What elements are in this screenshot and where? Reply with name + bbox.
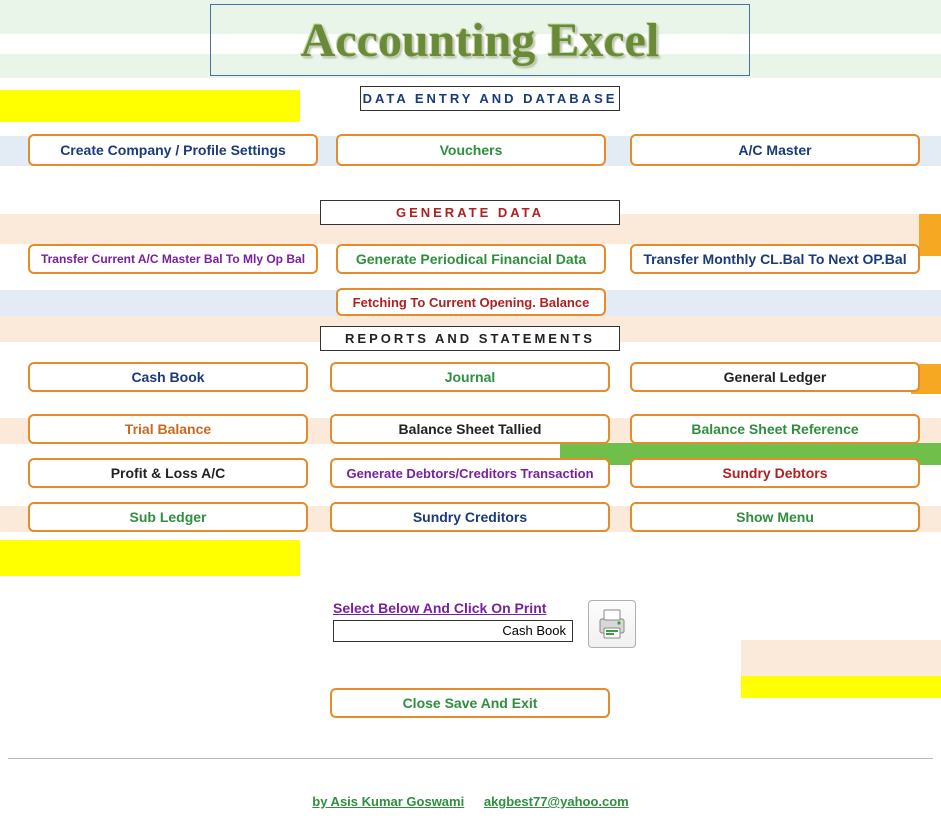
show-menu-button[interactable]: Show Menu — [630, 502, 920, 532]
app-title-box: Accounting Excel — [210, 4, 750, 76]
section-generate-data: GENERATE DATA — [320, 200, 620, 225]
bg-stripe — [741, 640, 941, 676]
create-company-button[interactable]: Create Company / Profile Settings — [28, 134, 318, 166]
sundry-creditors-button[interactable]: Sundry Creditors — [330, 502, 610, 532]
print-button[interactable] — [588, 600, 636, 648]
printer-icon — [594, 606, 630, 642]
vouchers-button[interactable]: Vouchers — [336, 134, 606, 166]
section-data-entry: DATA ENTRY AND DATABASE — [360, 86, 620, 111]
general-ledger-button[interactable]: General Ledger — [630, 362, 920, 392]
journal-button[interactable]: Journal — [330, 362, 610, 392]
print-label: Select Below And Click On Print — [333, 600, 546, 616]
app-title: Accounting Excel — [301, 13, 660, 68]
bg-stripe — [741, 676, 941, 698]
cash-book-button[interactable]: Cash Book — [28, 362, 308, 392]
trial-balance-button[interactable]: Trial Balance — [28, 414, 308, 444]
bg-stripe — [0, 540, 300, 576]
bg-stripe — [919, 214, 941, 256]
ac-master-button[interactable]: A/C Master — [630, 134, 920, 166]
sub-ledger-button[interactable]: Sub Ledger — [28, 502, 308, 532]
footer: by Asis Kumar Goswami akgbest77@yahoo.co… — [0, 794, 941, 809]
section-reports: REPORTS AND STATEMENTS — [320, 326, 620, 351]
footer-author-link[interactable]: by Asis Kumar Goswami — [312, 794, 464, 809]
gen-debtors-button[interactable]: Generate Debtors/Creditors Transaction — [330, 458, 610, 488]
footer-email-link[interactable]: akgbest77@yahoo.com — [484, 794, 629, 809]
profit-loss-button[interactable]: Profit & Loss A/C — [28, 458, 308, 488]
close-save-button[interactable]: Close Save And Exit — [330, 688, 610, 718]
sundry-debtors-button[interactable]: Sundry Debtors — [630, 458, 920, 488]
balance-ref-button[interactable]: Balance Sheet Reference — [630, 414, 920, 444]
footer-divider — [8, 758, 933, 759]
transfer-mly-button[interactable]: Transfer Current A/C Master Bal To Mly O… — [28, 244, 318, 274]
print-select[interactable]: Cash Book — [333, 620, 573, 642]
balance-tallied-button[interactable]: Balance Sheet Tallied — [330, 414, 610, 444]
transfer-monthly-button[interactable]: Transfer Monthly CL.Bal To Next OP.Bal — [630, 244, 920, 274]
bg-stripe — [0, 90, 300, 122]
fetching-button[interactable]: Fetching To Current Opening. Balance — [336, 288, 606, 316]
gen-periodical-button[interactable]: Generate Periodical Financial Data — [336, 244, 606, 274]
